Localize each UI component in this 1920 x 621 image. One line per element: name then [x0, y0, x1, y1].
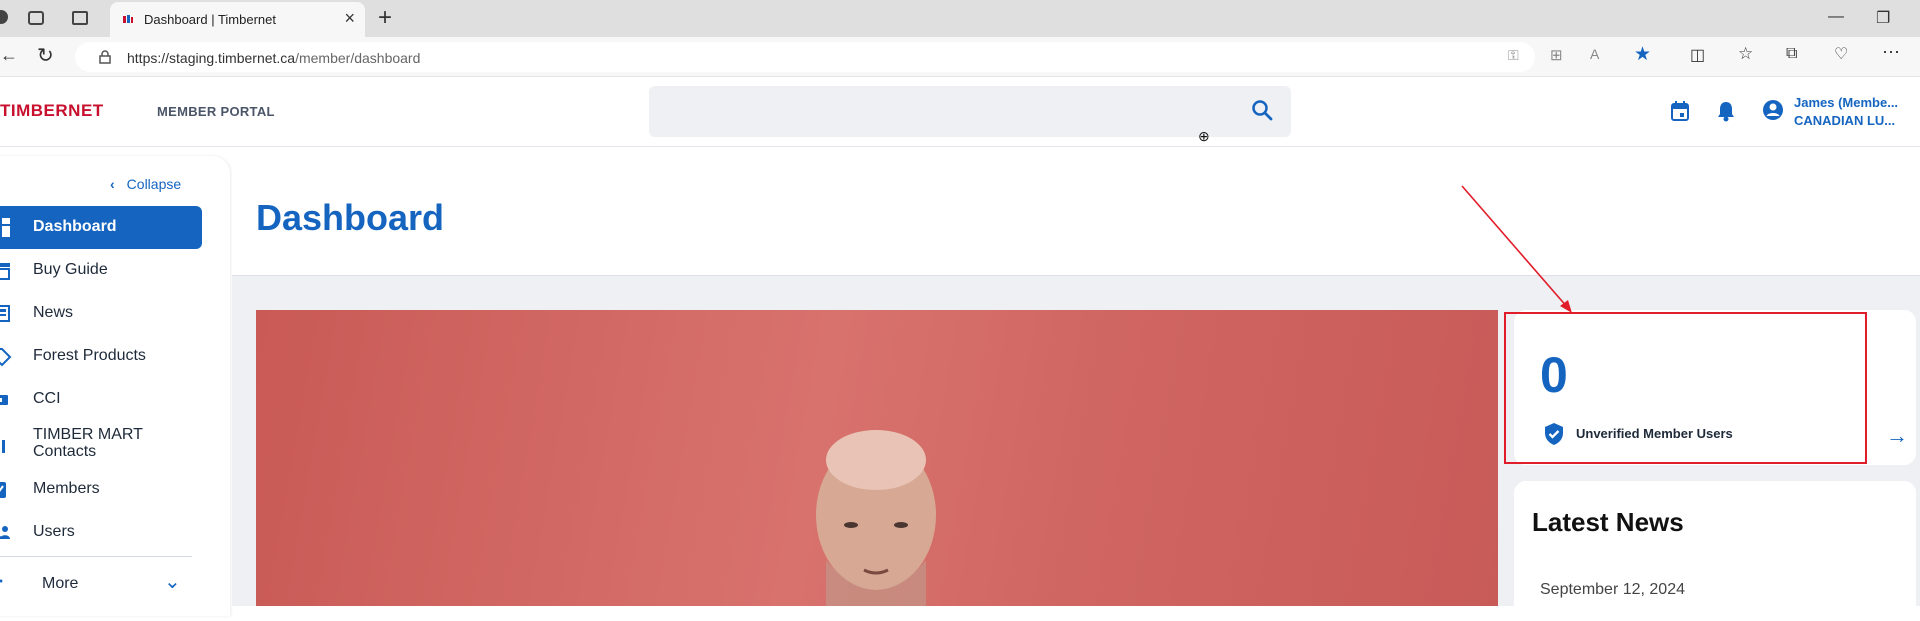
- timber-mart-icon: [2, 440, 5, 453]
- notification-bell-icon[interactable]: [1716, 100, 1736, 122]
- close-tab-icon[interactable]: ×: [344, 8, 355, 29]
- refresh-icon[interactable]: ↻: [37, 43, 54, 68]
- news-date: September 12, 2024: [1540, 581, 1685, 598]
- collapse-button[interactable]: ‹ Collapse: [110, 176, 181, 192]
- ticket-icon: [0, 395, 8, 405]
- collapse-label: Collapse: [126, 176, 182, 192]
- calendar-icon[interactable]: [1670, 100, 1690, 122]
- ellipsis-icon: ⋯: [0, 571, 4, 592]
- sidebar: ‹ Collapse Dashboard Buy Guide News Fores…: [0, 156, 230, 616]
- arrow-right-icon[interactable]: →: [1886, 423, 1908, 449]
- zoom-cursor-icon: ⊕: [1198, 128, 1210, 144]
- latest-news-card: Latest News September 12, 2024: [1514, 481, 1916, 621]
- sidebar-item-label: News: [33, 304, 74, 321]
- tab-title: Dashboard | Timbernet: [144, 12, 276, 27]
- chevron-down-icon: ⌄: [164, 571, 181, 593]
- dashboard-icon: [2, 218, 10, 237]
- active-tab[interactable]: Dashboard | Timbernet ×: [110, 2, 365, 37]
- read-aloud-icon[interactable]: A: [1590, 46, 1599, 62]
- timbernet-favicon-icon: [123, 15, 133, 23]
- sidebar-item-label: Buy Guide: [33, 261, 108, 278]
- key-icon[interactable]: ⚿: [1508, 47, 1519, 64]
- app-header: TIMBERNET MEMBER PORTAL James (Membe... …: [0, 77, 1920, 147]
- users-icon: [0, 526, 10, 539]
- tag-icon: [0, 348, 12, 367]
- user-avatar-icon[interactable]: [1762, 99, 1784, 121]
- latest-news-title: Latest News: [1532, 507, 1684, 537]
- sidebar-item-label: TIMBER MART Contacts: [33, 426, 143, 460]
- chevron-left-icon: ‹: [110, 176, 115, 192]
- sidebar-item-label: CCI: [33, 390, 61, 407]
- search-input[interactable]: [649, 86, 1291, 137]
- sidebar-item-label: Users: [33, 523, 75, 540]
- page-header: Dashboard: [232, 148, 1920, 276]
- url-text: https://staging.timbernet.ca/member/dash…: [127, 50, 420, 66]
- annotation-highlight-box: [1504, 312, 1867, 464]
- sidebar-more-button[interactable]: ⋯ More ⌄: [0, 563, 202, 606]
- lock-icon[interactable]: [99, 50, 111, 64]
- sidebar-more-label: More: [42, 575, 79, 592]
- url-path: /member/dashboard: [295, 50, 421, 66]
- new-tab-icon[interactable]: +: [378, 4, 392, 32]
- portal-label: MEMBER PORTAL: [157, 104, 275, 119]
- user-name[interactable]: James (Membe...: [1794, 95, 1898, 110]
- split-screen-icon[interactable]: ◫: [1690, 45, 1705, 65]
- sidebar-item-users[interactable]: Users: [0, 511, 202, 554]
- back-icon[interactable]: ←: [0, 45, 18, 66]
- search-icon[interactable]: [1251, 99, 1273, 121]
- person-portrait: [816, 430, 936, 606]
- workspaces-icon[interactable]: [28, 11, 44, 25]
- sidebar-item-dashboard[interactable]: Dashboard: [0, 206, 202, 249]
- sidebar-item-label: Forest Products: [33, 347, 146, 364]
- minimize-icon[interactable]: —: [1828, 8, 1844, 26]
- members-badge-icon: [0, 482, 6, 498]
- sidebar-item-forest-products[interactable]: Forest Products: [0, 335, 202, 378]
- sidebar-item-cci[interactable]: CCI: [0, 378, 202, 421]
- page-title: Dashboard: [256, 197, 445, 238]
- favorite-star-icon[interactable]: ★: [1634, 43, 1651, 66]
- apps-icon[interactable]: ⊞: [1550, 46, 1563, 64]
- settings-more-icon[interactable]: ⋯: [1882, 42, 1900, 63]
- url-host: https://staging.timbernet.ca: [127, 50, 296, 66]
- sidebar-item-timber-mart-contacts[interactable]: TIMBER MART Contacts: [0, 421, 202, 467]
- sidebar-item-news[interactable]: News: [0, 292, 202, 335]
- timbernet-logo[interactable]: TIMBERNET: [0, 101, 104, 121]
- sidebar-item-members[interactable]: Members: [0, 468, 202, 511]
- sidebar-item-label: Members: [33, 480, 100, 497]
- user-organization[interactable]: CANADIAN LU...: [1794, 113, 1895, 128]
- browser-address-bar: ← ↻ https://staging.timbernet.ca/member/…: [0, 37, 1920, 77]
- browser-essentials-icon[interactable]: ♡: [1834, 44, 1848, 64]
- profile-icon[interactable]: [0, 10, 8, 24]
- browser-tab-bar: Dashboard | Timbernet × + — ❐: [0, 0, 1920, 37]
- annotation-arrow: [1461, 185, 1572, 313]
- store-icon: [0, 263, 10, 280]
- favorites-icon[interactable]: ☆: [1738, 44, 1753, 64]
- newspaper-icon: [0, 305, 10, 322]
- url-field[interactable]: https://staging.timbernet.ca/member/dash…: [75, 42, 1535, 72]
- restore-icon[interactable]: ❐: [1876, 8, 1890, 28]
- hero-image: [256, 310, 1498, 606]
- sidebar-divider: [0, 556, 192, 557]
- collections-icon[interactable]: ⧉: [1786, 45, 1797, 63]
- sidebar-item-label: Dashboard: [33, 218, 117, 235]
- sidebar-item-buy-guide[interactable]: Buy Guide: [0, 249, 202, 292]
- tab-actions-icon[interactable]: [72, 11, 88, 25]
